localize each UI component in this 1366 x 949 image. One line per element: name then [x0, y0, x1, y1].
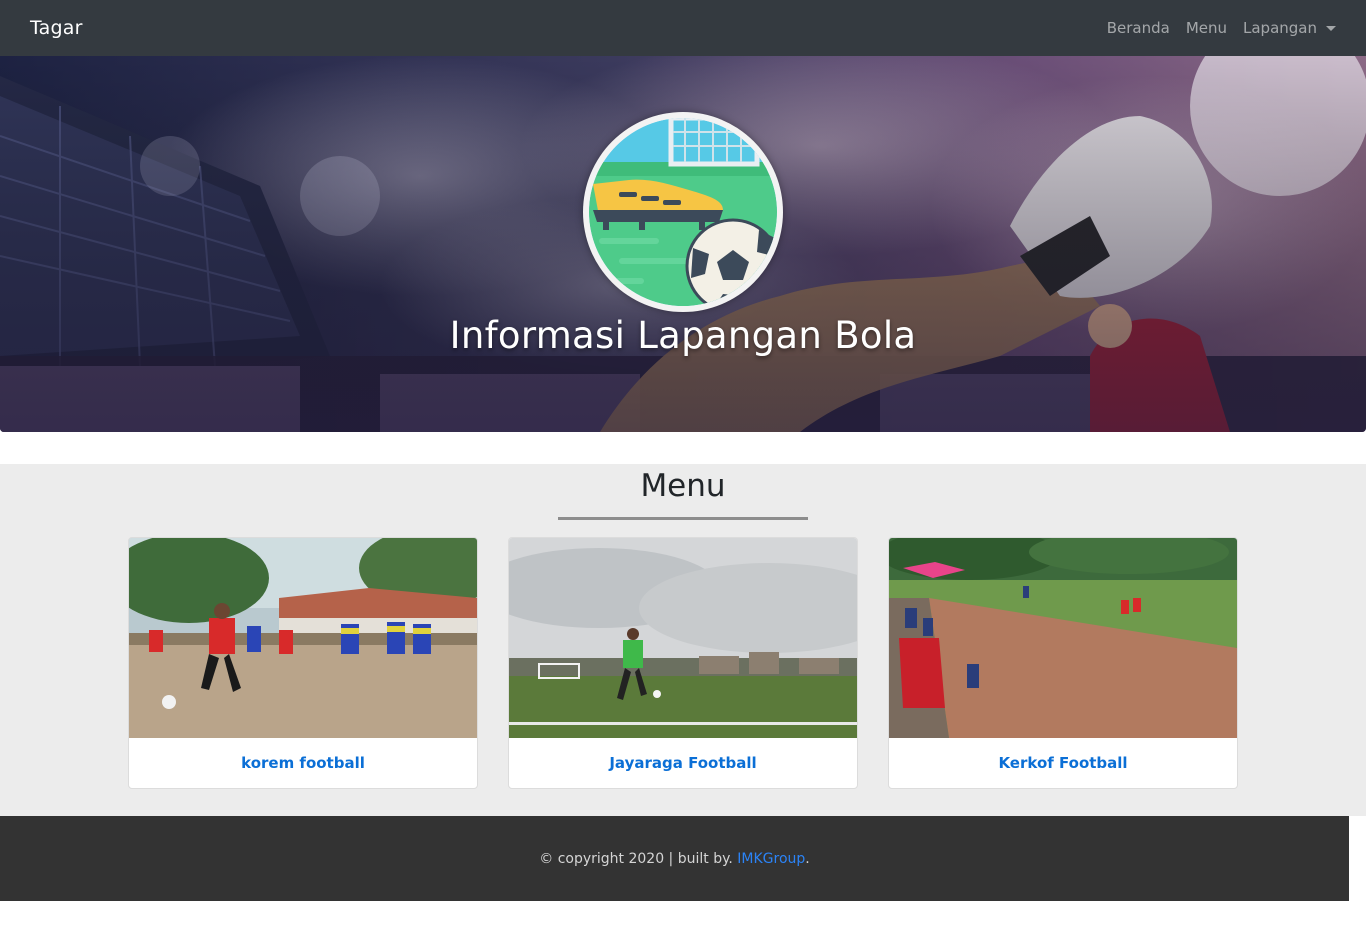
- jayaraga-football-photo: [509, 538, 857, 738]
- footer-suffix: .: [805, 850, 810, 867]
- top-navbar: Tagar Beranda Menu Lapangan: [0, 0, 1366, 56]
- footer-link-imkgroup[interactable]: IMKGroup: [737, 851, 805, 867]
- menu-section-title: Menu: [640, 468, 726, 504]
- nav-link-menu[interactable]: Menu: [1186, 19, 1227, 37]
- football-field-shoe-ball-icon: [589, 118, 777, 306]
- nav-dropdown-label: Lapangan: [1243, 19, 1317, 37]
- nav-links: Beranda Menu Lapangan: [1107, 19, 1336, 37]
- footer-copyright: © copyright 2020 | built by. IMKGroup.: [539, 851, 810, 867]
- card-kerkof-football[interactable]: Kerkof Football: [888, 537, 1238, 789]
- card-title-kerkof[interactable]: Kerkof Football: [889, 738, 1237, 788]
- card-jayaraga-football[interactable]: Jayaraga Football: [508, 537, 858, 789]
- hero-logo: [583, 112, 783, 312]
- caret-down-icon: [1326, 25, 1336, 31]
- kerkof-football-photo: [889, 538, 1237, 738]
- card-title-korem[interactable]: korem football: [129, 738, 477, 788]
- hero-banner: Informasi Lapangan Bola: [0, 56, 1366, 432]
- nav-link-beranda[interactable]: Beranda: [1107, 19, 1170, 37]
- hero-title: Informasi Lapangan Bola: [449, 314, 917, 357]
- footer-text: © copyright 2020 | built by.: [539, 850, 738, 867]
- nav-dropdown-lapangan[interactable]: Lapangan: [1243, 19, 1336, 37]
- card-korem-football[interactable]: korem football: [128, 537, 478, 789]
- section-divider: [558, 517, 808, 520]
- card-title-jayaraga[interactable]: Jayaraga Football: [509, 738, 857, 788]
- menu-section: Menu korem football Jayaraga Football Ke…: [0, 464, 1366, 816]
- footer: © copyright 2020 | built by. IMKGroup.: [0, 816, 1349, 901]
- korem-football-photo: [129, 538, 477, 738]
- brand-link[interactable]: Tagar: [30, 17, 83, 39]
